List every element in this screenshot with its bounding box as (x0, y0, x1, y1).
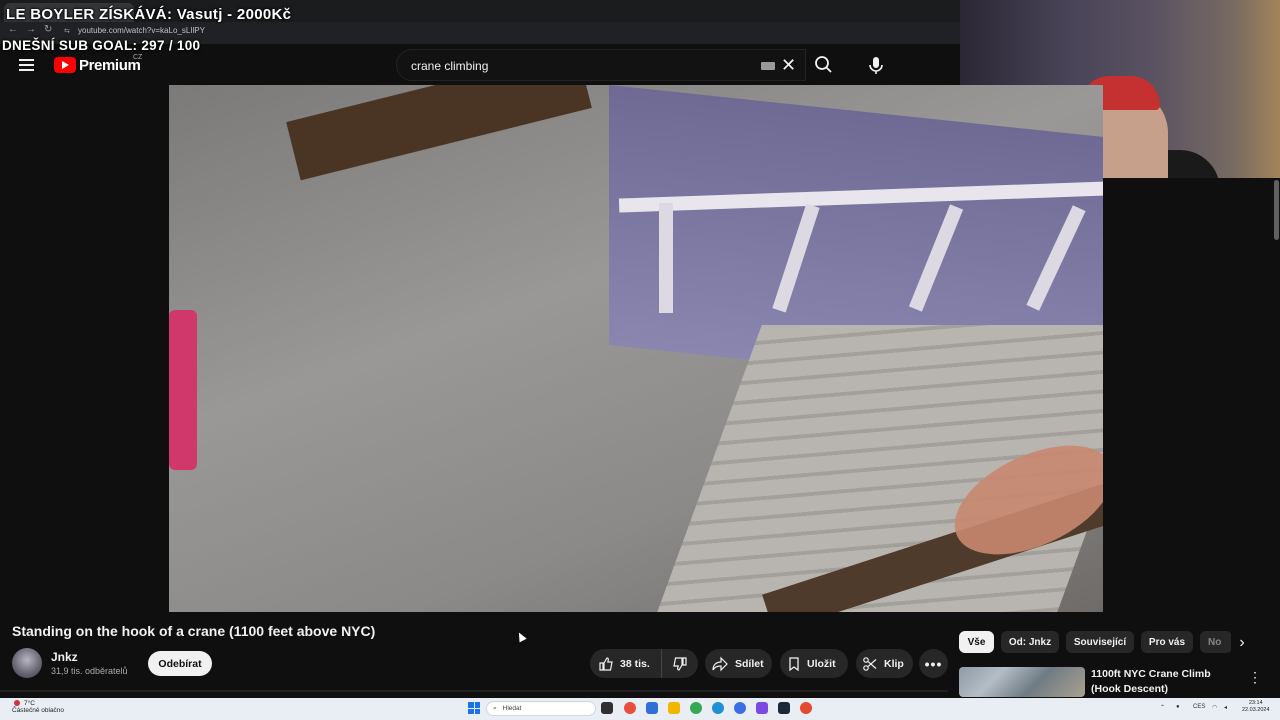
youtube-premium-logo[interactable]: Premium (54, 56, 141, 74)
clip-label: Klip (884, 657, 904, 670)
close-icon[interactable]: ✕ (781, 55, 796, 75)
taskview-icon[interactable] (601, 702, 613, 714)
microphone-icon (869, 57, 883, 74)
wifi-icon[interactable]: ◠ (1212, 704, 1217, 711)
clock-time: 23:14 (1248, 700, 1263, 706)
arrow-right-icon[interactable]: → (26, 24, 36, 35)
chip-for-you[interactable]: Pro vás (1141, 631, 1193, 653)
save-button[interactable]: Uložit (780, 649, 848, 678)
subscriber-count: 31,9 tis. odběratelů (51, 666, 128, 676)
language-indicator[interactable]: CES (1193, 704, 1205, 710)
search-icon (815, 56, 832, 73)
scrollbar-thumb[interactable] (1274, 180, 1279, 240)
chevron-right-icon[interactable]: › (1231, 632, 1253, 654)
search-input[interactable]: crane climbing ✕ (396, 49, 806, 81)
subscribe-button[interactable]: Odebírat (148, 651, 212, 676)
clock-date: 22.03.2024 (1242, 707, 1270, 713)
search-query[interactable]: crane climbing (411, 59, 488, 73)
weather-desc: Částečně oblačno (12, 707, 65, 714)
folder-icon[interactable] (668, 702, 680, 714)
divider (0, 690, 948, 692)
site-info-icon[interactable]: ⇆ (64, 27, 70, 35)
video-frame-post (659, 203, 673, 313)
steam-icon[interactable] (778, 702, 790, 714)
like-dislike-group: 38 tis. (590, 649, 698, 678)
video-frame-object (169, 310, 197, 470)
speaker-icon[interactable]: ◂ (1224, 704, 1227, 711)
app-icon[interactable] (624, 702, 636, 714)
taskbar-search[interactable]: ⌕ Hledat (486, 701, 596, 716)
channel-name[interactable]: Jnkz (51, 650, 78, 664)
like-count: 38 tis. (620, 657, 650, 670)
recommendation-thumbnail[interactable] (959, 667, 1085, 697)
dislike-button[interactable] (662, 649, 698, 678)
bookmark-icon (789, 656, 799, 671)
thumbs-down-icon (673, 656, 687, 671)
share-button[interactable]: Sdílet (705, 649, 772, 678)
recommendation-title[interactable]: 1100ft NYC Crane Climb (Hook Descent) (1091, 667, 1241, 697)
app-icon[interactable] (756, 702, 768, 714)
share-label: Sdílet (735, 657, 764, 670)
windows-start-icon[interactable] (468, 702, 480, 714)
windows-taskbar (0, 698, 1280, 720)
app-icon[interactable] (646, 702, 658, 714)
address-bar-url[interactable]: youtube.com/watch?v=kaLo_sLIlPY (78, 26, 205, 35)
thumbs-up-icon (599, 656, 613, 671)
video-title: Standing on the hook of a crane (1100 fe… (12, 623, 376, 639)
more-horizontal-icon: ••• (924, 655, 943, 672)
keyboard-icon[interactable] (761, 62, 775, 70)
taskbar-clock[interactable]: 23:14 22.03.2024 (1242, 700, 1270, 714)
app-icon[interactable] (734, 702, 746, 714)
edge-icon[interactable] (712, 702, 724, 714)
chip-related[interactable]: Související (1066, 631, 1134, 653)
more-vertical-icon[interactable]: ⋮ (1248, 668, 1262, 686)
clip-button[interactable]: Klip (856, 649, 913, 678)
chip-from-channel[interactable]: Od: Jnkz (1001, 631, 1059, 653)
country-code: CZ (133, 54, 143, 61)
chip-all[interactable]: Vše (959, 631, 994, 653)
weather-icon[interactable] (14, 700, 20, 706)
youtube-play-icon (54, 57, 76, 73)
chrome-icon[interactable] (690, 702, 702, 714)
stream-sub-goal-overlay: DNEŠNÍ SUB GOAL: 297 / 100 (2, 38, 201, 53)
scissors-icon (863, 656, 877, 671)
hamburger-menu-icon[interactable] (16, 54, 38, 76)
chevron-up-icon[interactable]: ⌃ (1160, 704, 1165, 711)
channel-avatar[interactable] (12, 648, 42, 678)
weather-temp: 7°C (24, 700, 35, 707)
reload-icon[interactable]: ↻ (44, 24, 52, 35)
scrollbar[interactable] (1272, 178, 1280, 698)
logo-text: Premium (79, 56, 141, 74)
voice-search-button[interactable] (862, 51, 890, 79)
search-button[interactable] (806, 49, 842, 81)
more-actions-button[interactable]: ••• (919, 649, 948, 678)
taskbar-search-placeholder: Hledat (502, 705, 522, 712)
network-icon[interactable]: ● (1176, 704, 1180, 710)
app-icon[interactable] (800, 702, 812, 714)
weather-widget[interactable]: 7°C Částečně oblačno (12, 700, 64, 714)
like-button[interactable]: 38 tis. (590, 649, 662, 678)
stream-donation-overlay: LE BOYLER ZÍSKÁVÁ: Vasutj - 2000Kč (6, 6, 292, 23)
chip-new[interactable]: No (1200, 631, 1232, 653)
mouse-cursor-icon (515, 630, 527, 643)
save-label: Uložit (807, 657, 836, 670)
sidebar-background (1103, 178, 1280, 612)
arrow-left-icon[interactable]: ← (8, 24, 18, 35)
video-player[interactable] (169, 85, 1103, 612)
search-icon: ⌕ (493, 704, 497, 712)
share-icon (712, 656, 728, 671)
